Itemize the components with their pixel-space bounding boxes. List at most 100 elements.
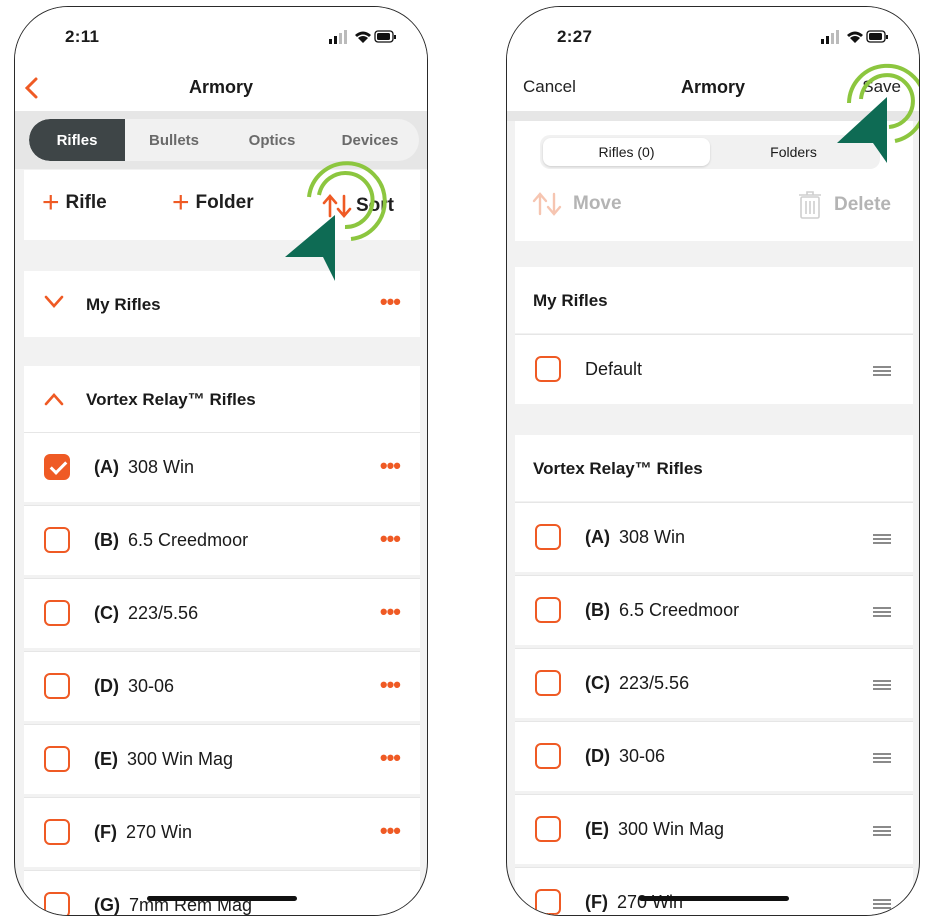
add-rifle-button[interactable]: + Rifle	[42, 186, 107, 219]
rifle-name: 30-06	[128, 676, 175, 696]
move-button[interactable]: Move	[531, 190, 622, 218]
home-indicator	[639, 896, 789, 901]
rifle-name: 223/5.56	[128, 603, 199, 623]
checkbox[interactable]	[535, 670, 561, 696]
folder-header-my-rifles: My Rifles	[515, 267, 913, 333]
list-item[interactable]: (C) 223/5.56 •••	[24, 578, 420, 648]
tab-bullets[interactable]: Bullets	[125, 119, 223, 161]
list-item[interactable]: (B) 6.5 Creedmoor •••	[24, 505, 420, 575]
more-options-icon[interactable]: •••	[380, 818, 401, 844]
list-item[interactable]: (E) 300 Win Mag •••	[24, 724, 420, 794]
rifle-name: 30-06	[619, 746, 666, 766]
rifle-name: 308 Win	[128, 457, 195, 477]
rifle-name: 300 Win Mag	[127, 749, 234, 769]
drag-handle-icon[interactable]	[873, 534, 891, 544]
status-time: 2:11	[65, 27, 100, 46]
tab-rifles[interactable]: Rifles	[29, 119, 125, 161]
rifle-letter: (B)	[585, 600, 610, 620]
drag-handle-icon[interactable]	[873, 753, 891, 763]
checkbox[interactable]	[44, 746, 70, 772]
checkbox[interactable]	[44, 819, 70, 845]
rifle-letter: (F)	[585, 892, 608, 912]
more-options-icon[interactable]: •••	[380, 599, 401, 625]
nav-bar: Armory	[15, 65, 427, 111]
segment-rifles[interactable]: Rifles (0)	[543, 138, 710, 166]
add-folder-label: Folder	[195, 192, 254, 213]
checkbox-checked[interactable]	[44, 454, 70, 480]
rifle-letter: (F)	[94, 822, 117, 842]
more-options-icon[interactable]: •••	[380, 745, 401, 771]
checkbox[interactable]	[535, 597, 561, 623]
rifle-name: 308 Win	[619, 527, 686, 547]
trash-icon	[798, 191, 821, 219]
checkbox[interactable]	[44, 892, 70, 915]
list-item[interactable]: (F) 270 Win	[515, 867, 913, 915]
list-item[interactable]: (E) 300 Win Mag	[515, 794, 913, 864]
rifle-name: 223/5.56	[619, 673, 690, 693]
status-bar: 2:11	[15, 7, 427, 65]
phone-screen-right: 2:27 Cancel Armory Save Rifles (0) Folde…	[506, 6, 920, 916]
home-indicator	[147, 896, 297, 901]
rifle-letter: (D)	[94, 676, 119, 696]
checkbox[interactable]	[44, 673, 70, 699]
rifle-letter: (D)	[585, 746, 610, 766]
rifle-letter: (G)	[94, 895, 120, 915]
rifle-letter: (E)	[585, 819, 609, 839]
drag-handle-icon[interactable]	[873, 607, 891, 617]
chevron-up-icon	[44, 393, 64, 406]
rifle-name: 6.5 Creedmoor	[619, 600, 740, 620]
rifle-letter: (C)	[585, 673, 610, 693]
plus-icon: +	[172, 186, 190, 219]
more-options-icon[interactable]: •••	[380, 289, 401, 315]
checkbox[interactable]	[44, 527, 70, 553]
rifle-name: 270 Win	[126, 822, 193, 842]
list-item[interactable]: (A) 308 Win •••	[24, 432, 420, 502]
rifle-name: 270 Win	[617, 892, 684, 912]
delete-label: Delete	[833, 194, 891, 215]
chevron-down-icon	[44, 295, 64, 308]
drag-handle-icon[interactable]	[873, 899, 891, 909]
checkbox[interactable]	[535, 816, 561, 842]
page-title: Armory	[188, 77, 254, 97]
list-item[interactable]: (B) 6.5 Creedmoor	[515, 575, 913, 645]
status-time: 2:27	[557, 27, 593, 46]
checkbox[interactable]	[535, 743, 561, 769]
list-item[interactable]: (D) 30-06 •••	[24, 651, 420, 721]
rifle-name: 300 Win Mag	[618, 819, 725, 839]
drag-handle-icon[interactable]	[873, 366, 891, 376]
drag-handle-icon[interactable]	[873, 826, 891, 836]
rifle-letter: (B)	[94, 530, 119, 550]
folder-title: Vortex Relay™ Rifles	[533, 459, 703, 478]
folder-header-vortex-relay: Vortex Relay™ Rifles	[515, 435, 913, 501]
list-item[interactable]: (A) 308 Win	[515, 502, 913, 572]
rifle-letter: (A)	[585, 527, 610, 547]
tap-pointer-icon	[285, 161, 387, 281]
list-item[interactable]: Default	[515, 334, 913, 404]
more-options-icon[interactable]: •••	[380, 672, 401, 698]
list-item[interactable]: (D) 30-06	[515, 721, 913, 791]
move-arrows-icon	[532, 192, 562, 216]
phone-screen-left: 2:11 Armory Rifles Bullets Optics Device…	[14, 6, 428, 916]
folder-header-vortex-relay[interactable]: Vortex Relay™ Rifles	[24, 366, 420, 432]
rifle-letter: (C)	[94, 603, 119, 623]
folder-title: My Rifles	[533, 291, 608, 310]
list-item[interactable]: (G) 7mm Rem Mag	[24, 870, 420, 915]
status-icons	[821, 30, 888, 44]
list-item[interactable]: (F) 270 Win •••	[24, 797, 420, 867]
rifle-name: 6.5 Creedmoor	[128, 530, 249, 550]
more-options-icon[interactable]: •••	[380, 453, 401, 479]
delete-button[interactable]: Delete	[798, 190, 891, 220]
checkbox[interactable]	[535, 524, 561, 550]
tap-pointer-icon	[837, 63, 919, 163]
folder-title: My Rifles	[86, 295, 161, 314]
checkbox[interactable]	[535, 889, 561, 915]
more-options-icon[interactable]: •••	[380, 526, 401, 552]
rifle-letter: (A)	[94, 457, 119, 477]
add-folder-button[interactable]: + Folder	[172, 186, 254, 219]
drag-handle-icon[interactable]	[873, 680, 891, 690]
folder-title: Vortex Relay™ Rifles	[86, 390, 256, 409]
checkbox[interactable]	[44, 600, 70, 626]
checkbox[interactable]	[535, 356, 561, 382]
list-item[interactable]: (C) 223/5.56	[515, 648, 913, 718]
plus-icon: +	[42, 186, 60, 219]
